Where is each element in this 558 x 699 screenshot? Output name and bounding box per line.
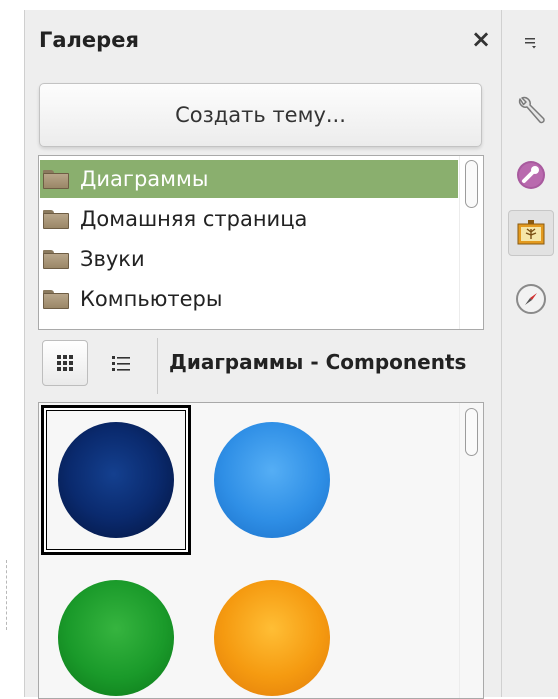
theme-item-label: Компьютеры [80,287,223,311]
view-toolbar: Диаграммы - Components [38,336,486,398]
gallery-scrollbar-thumb[interactable] [465,408,478,456]
styles-button[interactable] [508,152,554,198]
sidebar-tab-bar [501,10,558,697]
sidebar-menu-button[interactable] [508,20,554,66]
detail-view-button[interactable] [98,340,144,386]
green-sphere [58,580,174,696]
theme-list-scrollbar[interactable] [459,156,483,329]
theme-item-homepage[interactable]: Домашняя страница [40,200,458,238]
theme-item-computers[interactable]: Компьютеры [40,280,458,318]
theme-item-sounds[interactable]: Звуки [40,240,458,278]
theme-list[interactable]: Диаграммы Домашняя страница Звуки Компью… [38,155,484,330]
gallery-scrollbar[interactable] [459,403,483,698]
view-toolbar-separator [157,338,158,394]
gallery-item-dark-blue-sphere[interactable] [41,405,191,555]
close-button[interactable]: × [471,25,491,53]
create-theme-button[interactable]: Создать тему... [39,83,482,147]
gallery-icon [517,220,545,245]
icon-view-button[interactable] [42,340,88,386]
styles-icon [517,161,545,189]
theme-item-label: Диаграммы [80,167,209,191]
properties-button[interactable] [508,88,554,134]
orange-sphere [214,580,330,696]
gallery-item-green-sphere[interactable] [41,563,191,698]
folder-icon [43,209,69,229]
folder-icon [43,289,69,309]
hamburger-menu-icon [525,38,536,49]
current-theme-title: Диаграммы - Components [169,350,467,374]
gallery-button[interactable] [508,210,554,256]
theme-item-label: Звуки [80,247,145,271]
theme-item-diagrams[interactable]: Диаграммы [40,160,458,198]
blue-sphere [214,422,330,538]
panel-title: Галерея [39,28,139,52]
gallery-panel: Галерея × Создать тему... Диаграммы Дома… [24,10,501,699]
navigator-button[interactable] [508,276,554,322]
gallery-items-grid[interactable] [38,402,484,699]
grid-icon [57,355,73,371]
folder-icon [43,169,69,189]
wrench-icon [518,96,545,124]
compass-icon [516,284,546,314]
dark-blue-sphere [58,422,174,538]
dashed-guide [6,560,8,630]
gallery-item-orange-sphere[interactable] [197,563,347,698]
close-icon: × [471,25,492,53]
left-edge [0,0,24,697]
gallery-item-blue-sphere[interactable] [197,405,347,555]
folder-icon [43,249,69,269]
list-icon [112,356,130,371]
theme-list-scrollbar-thumb[interactable] [465,160,478,208]
theme-item-label: Домашняя страница [80,207,308,231]
